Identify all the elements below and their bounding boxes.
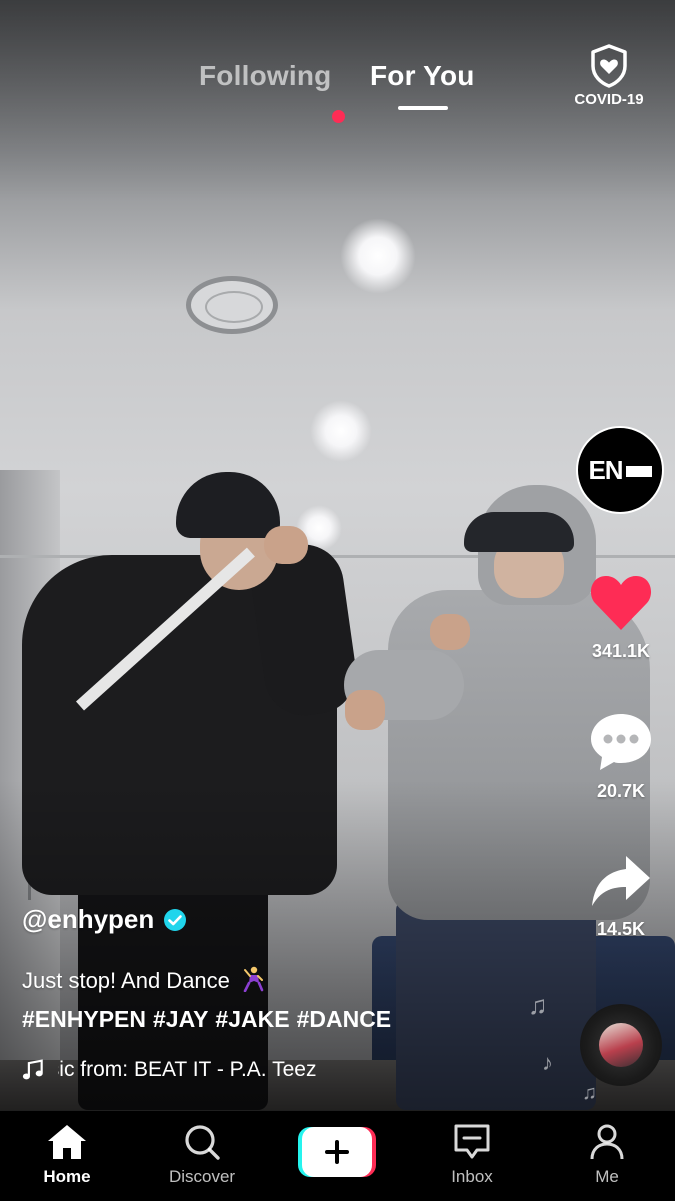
nav-discover-label: Discover [168, 1167, 236, 1186]
caption-text: Just stop! And Dance [22, 968, 230, 993]
music-note-icon: ♪ [542, 1050, 553, 1075]
sound-disc[interactable] [580, 1004, 662, 1086]
hashtag-list: #ENHYPEN #JAY #JAKE #DANCE [22, 1006, 398, 1033]
covid-label: COVID-19 [574, 91, 644, 108]
tab-for-you[interactable]: For You [370, 60, 475, 110]
following-notification-dot [332, 110, 345, 123]
like-button[interactable]: 341.1K [578, 572, 664, 662]
avatar-logo-text: EN [588, 454, 623, 485]
share-arrow-icon [592, 856, 650, 906]
hashtag-link[interactable]: #DANCE [297, 1006, 392, 1032]
hashtag-link[interactable]: #ENHYPEN [22, 1006, 146, 1032]
ceiling-light [310, 400, 372, 462]
nav-home[interactable]: Home [12, 1123, 122, 1187]
home-icon [48, 1125, 86, 1159]
profile-icon [590, 1124, 624, 1160]
music-title: Music from: BEAT IT - P.A. Teez [58, 1058, 317, 1081]
music-note-icon: ♫ [582, 1082, 597, 1104]
verified-badge-icon [164, 908, 187, 931]
hashtag-link[interactable]: #JAKE [215, 1006, 289, 1032]
search-icon [185, 1125, 220, 1160]
nav-me[interactable]: Me [552, 1123, 662, 1187]
creator-username[interactable]: @enhypen [22, 904, 154, 935]
sound-cover [599, 1023, 643, 1067]
tab-for-you-label: For You [370, 60, 475, 91]
create-button-face [302, 1127, 372, 1177]
creator-avatar[interactable]: EN [576, 426, 664, 514]
nav-home-label: Home [43, 1167, 91, 1186]
tab-following[interactable]: Following [199, 60, 331, 92]
music-ticker[interactable]: Music from: BEAT IT - P.A. Teez [22, 1058, 382, 1082]
dancer-emoji-icon [243, 966, 264, 992]
comment-count: 20.7K [596, 781, 646, 801]
video-caption: Just stop! And Dance [22, 966, 264, 994]
dancer-right-hand [430, 614, 470, 650]
plus-icon [325, 1140, 349, 1164]
active-tab-indicator [398, 106, 448, 110]
dancer-left-hat [176, 472, 280, 538]
nav-discover[interactable]: Discover [147, 1123, 257, 1187]
nav-inbox-label: Inbox [451, 1167, 493, 1186]
shield-heart-icon [591, 44, 627, 88]
avatar-logo: EN [588, 454, 652, 486]
ceiling-light [340, 218, 416, 294]
comment-button[interactable]: 20.7K [578, 710, 664, 802]
dancer-right-cap [464, 512, 574, 552]
create-video-button[interactable] [298, 1127, 376, 1177]
nav-me-label: Me [595, 1167, 619, 1186]
nav-inbox[interactable]: Inbox [417, 1123, 527, 1187]
music-note-icon [22, 1059, 43, 1080]
inbox-icon [454, 1124, 490, 1159]
video-player[interactable] [0, 0, 675, 1110]
share-count: 14.5K [596, 919, 646, 939]
comment-bubble-icon [591, 714, 651, 770]
covid-button[interactable]: COVID-19 [568, 44, 650, 108]
dancer-left-hand [264, 526, 308, 564]
hashtag-link[interactable]: #JAY [153, 1006, 208, 1032]
ceiling-vent [186, 276, 278, 334]
like-count: 341.1K [591, 641, 651, 661]
dancer-right-hand [345, 690, 385, 730]
share-button[interactable]: 14.5K [578, 852, 664, 940]
music-note-icon: ♫ [528, 990, 548, 1020]
heart-icon [590, 576, 652, 630]
creator-info: @enhypen [22, 904, 187, 935]
avatar-logo-bar [625, 466, 652, 478]
